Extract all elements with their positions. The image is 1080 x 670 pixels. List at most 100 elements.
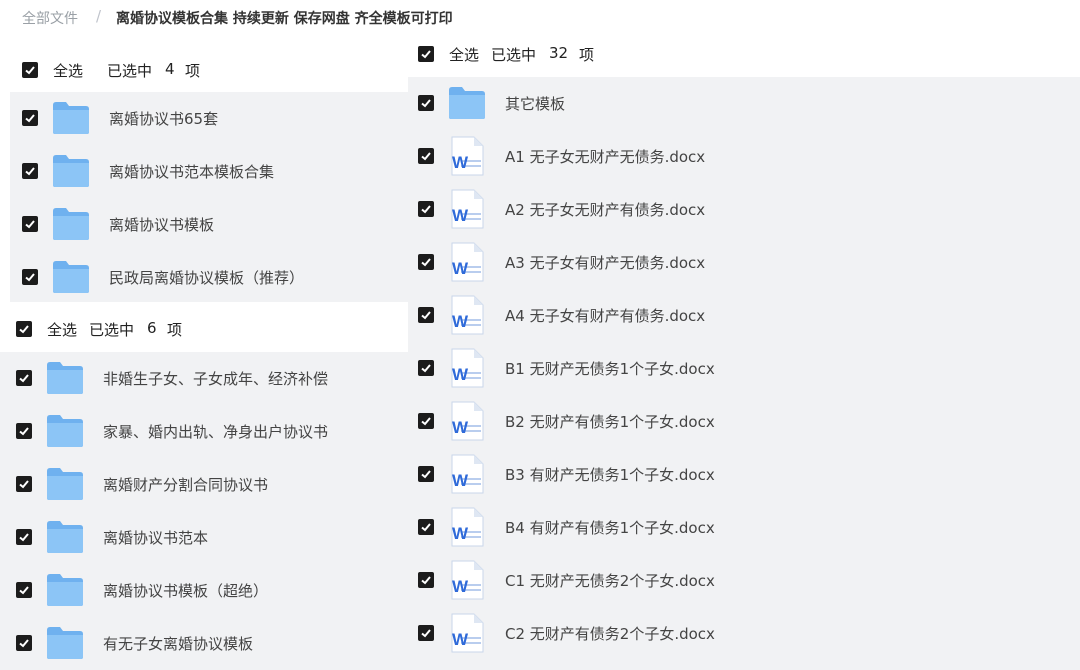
selected-prefix: 已选中 (107, 62, 153, 80)
word-doc-icon: W (450, 295, 484, 335)
file-row[interactable]: 家暴、婚内出轨、净身出户协议书 (0, 405, 408, 458)
file-row[interactable]: 离婚财产分割合同协议书 (0, 458, 408, 511)
folder-icon (46, 626, 84, 660)
selected-suffix: 项 (185, 62, 201, 80)
row-checkbox[interactable] (22, 110, 38, 126)
file-name-label: A2 无子女无财产有债务.docx (505, 201, 706, 219)
file-panel-b: 全选 已选中 6 项 非婚生子女、子女成年、经济补偿 家暴、婚内出轨、净身出户协议… (0, 304, 408, 670)
word-doc-icon: W (450, 613, 484, 653)
file-row[interactable]: W A3 无子女有财产无债务.docx (408, 236, 1080, 289)
file-name-label: B1 无财产无债务1个子女.docx (505, 360, 715, 378)
file-row[interactable]: W B2 无财产有债务1个子女.docx (408, 395, 1080, 448)
row-checkbox[interactable] (16, 582, 32, 598)
select-all-checkbox[interactable] (22, 62, 38, 78)
row-checkbox[interactable] (16, 476, 32, 492)
file-name-label: A3 无子女有财产无债务.docx (505, 254, 706, 272)
selected-suffix: 项 (167, 321, 183, 339)
svg-text:W: W (452, 365, 469, 384)
file-row[interactable]: W B1 无财产无债务1个子女.docx (408, 342, 1080, 395)
svg-text:W: W (452, 418, 469, 437)
word-doc-icon: W (450, 242, 484, 282)
folder-icon (52, 260, 90, 294)
select-all-checkbox[interactable] (16, 321, 32, 337)
file-row[interactable]: 民政局离婚协议模板（推荐） (10, 251, 408, 304)
file-name-label: 离婚协议书65套 (109, 110, 219, 128)
select-all-label: 全选 (53, 62, 84, 80)
row-checkbox[interactable] (16, 370, 32, 386)
file-row[interactable]: W C2 无财产有债务2个子女.docx (408, 607, 1080, 660)
row-checkbox[interactable] (418, 625, 434, 641)
file-name-label: 民政局离婚协议模板（推荐） (109, 269, 305, 287)
folder-icon (52, 207, 90, 241)
svg-text:W: W (452, 577, 469, 596)
folder-icon (46, 573, 84, 607)
word-doc-icon: W (450, 348, 484, 388)
file-row[interactable]: 离婚协议书模板（超绝） (0, 564, 408, 617)
row-checkbox[interactable] (22, 269, 38, 285)
word-doc-icon: W (450, 136, 484, 176)
row-checkbox[interactable] (418, 572, 434, 588)
row-checkbox[interactable] (418, 360, 434, 376)
select-all-label: 全选 (47, 321, 78, 339)
svg-text:W: W (452, 524, 469, 543)
file-name-label: B4 有财产有债务1个子女.docx (505, 519, 715, 537)
row-checkbox[interactable] (16, 529, 32, 545)
file-name-label: 有无子女离婚协议模板 (103, 635, 254, 653)
row-checkbox[interactable] (16, 423, 32, 439)
row-checkbox[interactable] (418, 519, 434, 535)
file-name-label: B3 有财产无债务1个子女.docx (505, 466, 715, 484)
breadcrumb-root-link[interactable]: 全部文件 (22, 8, 78, 28)
file-name-label: B2 无财产有债务1个子女.docx (505, 413, 715, 431)
selected-prefix: 已选中 (491, 46, 537, 64)
selected-count: 32 (549, 44, 569, 62)
selected-count: 6 (147, 319, 157, 337)
file-name-label: A1 无子女无财产无债务.docx (505, 148, 706, 166)
folder-icon (46, 361, 84, 395)
folder-icon (46, 520, 84, 554)
file-row[interactable]: 离婚协议书范本 (0, 511, 408, 564)
file-panel-a: 全选 已选中 4 项 离婚协议书65套 离婚协议书范本模板合集 离婚协议书模板 民政局… (10, 44, 408, 302)
row-checkbox[interactable] (16, 635, 32, 651)
folder-icon (46, 414, 84, 448)
file-name-label: 家暴、婚内出轨、净身出户协议书 (103, 423, 329, 441)
file-row[interactable]: 离婚协议书范本模板合集 (10, 145, 408, 198)
file-row[interactable]: 有无子女离婚协议模板 (0, 617, 408, 670)
file-panel-c: 全选 已选中 32 项 其它模板 W A1 无子女无财产无债务.docx W A2 无子… (408, 30, 1080, 670)
file-name-label: 离婚协议书范本 (103, 529, 209, 547)
file-name-label: 离婚协议书模板 (109, 216, 215, 234)
row-checkbox[interactable] (418, 95, 434, 111)
file-row[interactable]: W A4 无子女有财产有债务.docx (408, 289, 1080, 342)
svg-text:W: W (452, 153, 469, 172)
file-name-label: 离婚财产分割合同协议书 (103, 476, 269, 494)
file-row[interactable]: W A1 无子女无财产无债务.docx (408, 130, 1080, 183)
row-checkbox[interactable] (418, 254, 434, 270)
file-name-label: A4 无子女有财产有债务.docx (505, 307, 706, 325)
word-doc-icon: W (450, 454, 484, 494)
file-row[interactable]: W A2 无子女无财产有债务.docx (408, 183, 1080, 236)
folder-icon (52, 101, 90, 135)
file-row[interactable]: 其它模板 (408, 77, 1080, 130)
file-row[interactable]: 离婚协议书65套 (10, 92, 408, 145)
row-checkbox[interactable] (22, 163, 38, 179)
row-checkbox[interactable] (418, 201, 434, 217)
folder-icon (52, 154, 90, 188)
select-all-label: 全选 (449, 46, 480, 64)
file-row[interactable]: W C1 无财产无债务2个子女.docx (408, 554, 1080, 607)
svg-text:W: W (452, 259, 469, 278)
row-checkbox[interactable] (418, 307, 434, 323)
file-name-label: C2 无财产有债务2个子女.docx (505, 625, 715, 643)
breadcrumb: 全部文件 / 离婚协议模板合集 持续更新 保存网盘 齐全模板可打印 (0, 0, 1080, 34)
file-row[interactable]: W B3 有财产无债务1个子女.docx (408, 448, 1080, 501)
row-checkbox[interactable] (418, 148, 434, 164)
file-row[interactable]: W B4 有财产有债务1个子女.docx (408, 501, 1080, 554)
file-name-label: 离婚协议书范本模板合集 (109, 163, 275, 181)
row-checkbox[interactable] (22, 216, 38, 232)
file-row[interactable]: 非婚生子女、子女成年、经济补偿 (0, 352, 408, 405)
select-all-checkbox[interactable] (418, 46, 434, 62)
folder-icon (46, 467, 84, 501)
svg-text:W: W (452, 471, 469, 490)
file-row[interactable]: 离婚协议书模板 (10, 198, 408, 251)
file-name-label: 非婚生子女、子女成年、经济补偿 (103, 370, 329, 388)
row-checkbox[interactable] (418, 466, 434, 482)
row-checkbox[interactable] (418, 413, 434, 429)
